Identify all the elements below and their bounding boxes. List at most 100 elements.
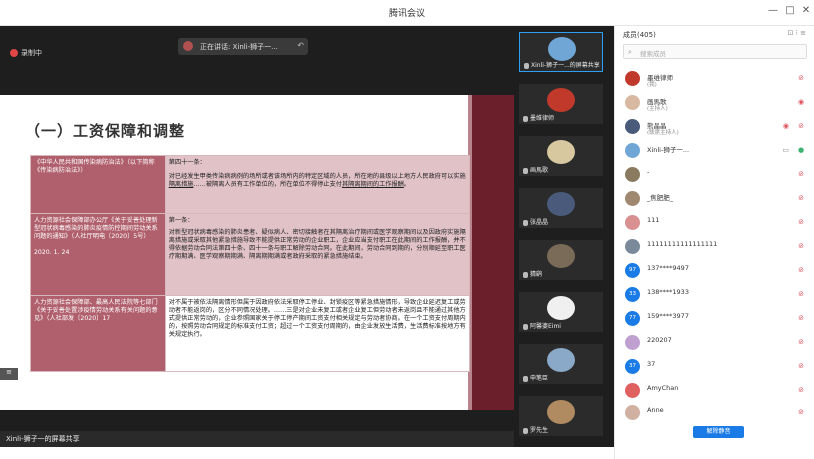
mic-off-icon[interactable]: ⊘ bbox=[797, 122, 805, 131]
video-thumbnail[interactable]: 阿馨婆Eimi bbox=[519, 292, 603, 332]
speaking-indicator: 正在讲话: Xinli-狮子一... ↶ bbox=[178, 38, 308, 55]
mic-on-icon[interactable]: ● bbox=[797, 146, 805, 155]
avatar bbox=[625, 383, 640, 398]
member-row[interactable]: 111 ⊘ bbox=[625, 212, 807, 232]
participant-video bbox=[547, 296, 575, 320]
mic-off-icon[interactable]: ⊘ bbox=[797, 266, 805, 275]
member-row[interactable]: - ⊘ bbox=[625, 164, 807, 184]
law-source-cell: 人力资源社会保障部办公厅《关于妥善处理新型冠状病毒感染的肺炎疫情防控期间劳动关系… bbox=[30, 213, 166, 296]
member-count: 成员(405) bbox=[623, 31, 656, 39]
recording-label: 录制中 bbox=[21, 49, 42, 57]
recording-indicator: 录制中 bbox=[10, 48, 42, 58]
member-row[interactable]: Xinli-狮子一... ▭ ● bbox=[625, 140, 807, 160]
law-source-cell: 《中华人民共和国传染病防治法》（以下简称《传染病防治法》） bbox=[30, 155, 166, 214]
member-row[interactable]: 熊晶晶 (联席主持人) ◉ ⊘ bbox=[625, 116, 807, 136]
avatar: 37 bbox=[625, 359, 640, 374]
table-row: 人力资源社会保障部办公厅《关于妥善处理新型冠状病毒感染的肺炎疫情防控期间劳动关系… bbox=[30, 213, 471, 296]
participant-video bbox=[547, 400, 575, 424]
video-thumbnail[interactable]: 张晶晶 bbox=[519, 188, 603, 228]
panel-options-icon[interactable]: ⊡ ⁝ ≡ bbox=[788, 29, 806, 37]
title-bar: 腾讯会议 — □ ✕ bbox=[0, 0, 814, 26]
raise-hand-icon[interactable]: ↶ bbox=[297, 41, 304, 50]
avatar bbox=[625, 119, 640, 134]
minimize-button[interactable]: — bbox=[766, 5, 780, 16]
speaking-label: 正在讲话: Xinli-狮子一... bbox=[200, 43, 278, 51]
law-source-cell: 人力资源社会保障部、最高人民法院等七部门《关于妥善处置涉疫情劳动关系有关问题的意… bbox=[30, 295, 166, 372]
member-panel: 成员(405) ⊡ ⁝ ≡ ⌕ 搜索成员 墨维律师 (我) ⊘ 画馬歌 (主持人… bbox=[614, 26, 814, 459]
table-row: 《中华人民共和国传染病防治法》（以下简称《传染病防治法》） 第四十一条： 对已经… bbox=[30, 155, 471, 214]
avatar: 77 bbox=[625, 311, 640, 326]
mic-off-icon[interactable]: ⊘ bbox=[797, 242, 805, 251]
video-thumbnail[interactable]: Xinli-狮子一...的屏幕共享 bbox=[519, 32, 603, 72]
participant-video bbox=[547, 88, 575, 112]
mic-off-icon[interactable]: ⊘ bbox=[797, 194, 805, 203]
member-row[interactable]: _焦肥肥_ ⊘ bbox=[625, 188, 807, 208]
search-icon: ⌕ bbox=[628, 48, 632, 56]
mic-icon bbox=[523, 219, 528, 226]
table-row: 人力资源社会保障部、最高人民法院等七部门《关于妥善处置涉疫情劳动关系有关问题的意… bbox=[30, 295, 471, 372]
video-thumbnail[interactable]: 猜鹞 bbox=[519, 240, 603, 280]
participant-video bbox=[547, 140, 575, 164]
share-toolbar-toggle[interactable]: ≡ bbox=[0, 368, 18, 380]
law-content-cell: 第一条： 对新型冠状病毒感染的肺炎患者、疑似病人、密切接触者在其隔离治疗期间或医… bbox=[164, 213, 471, 296]
maximize-button[interactable]: □ bbox=[783, 5, 797, 16]
member-row[interactable]: 画馬歌 (主持人) ◉ bbox=[625, 92, 807, 112]
video-thumbnail[interactable]: 罗先生 bbox=[519, 396, 603, 436]
participant-video bbox=[547, 244, 575, 268]
law-content-cell: 第四十一条： 对已经发生甲类传染病病例的场所或者该场所内的特定区域的人员，所在地… bbox=[164, 155, 471, 214]
screen-share-area: 录制中 正在讲话: Xinli-狮子一... ↶ （一）工资保障和调整 《中华人… bbox=[0, 26, 514, 447]
member-row[interactable]: 97 137****9497 ⊘ bbox=[625, 260, 807, 280]
mic-icon bbox=[523, 271, 528, 278]
avatar bbox=[625, 239, 640, 254]
member-row[interactable]: 77 159****3977 ⊘ bbox=[625, 308, 807, 328]
member-row[interactable]: 33 138****1933 ⊘ bbox=[625, 284, 807, 304]
slide: （一）工资保障和调整 《中华人民共和国传染病防治法》（以下简称《传染病防治法》）… bbox=[0, 95, 514, 410]
member-row[interactable]: 37 37 ⊘ bbox=[625, 356, 807, 376]
member-row[interactable]: 11111111111111111 ⊘ bbox=[625, 236, 807, 256]
member-row[interactable]: AmyChan ⊘ bbox=[625, 380, 807, 400]
avatar bbox=[625, 215, 640, 230]
mic-off-icon[interactable]: ⊘ bbox=[797, 314, 805, 323]
mic-off-icon[interactable]: ⊘ bbox=[797, 290, 805, 299]
member-row[interactable]: 墨维律师 (我) ⊘ bbox=[625, 68, 807, 88]
share-status-bar: Xinli-狮子一的屏幕共享 bbox=[0, 431, 514, 447]
participant-video bbox=[548, 37, 576, 61]
law-content-cell: 对不属于被依法隔离情形但属于因政府依法采取停工停业、封锁疫区等紧急措施情形，导致… bbox=[164, 295, 471, 372]
video-thumbnail[interactable]: 申笔臣 bbox=[519, 344, 603, 384]
close-button[interactable]: ✕ bbox=[799, 5, 813, 16]
mic-off-icon[interactable]: ⊘ bbox=[797, 74, 805, 83]
mic-off-icon[interactable]: ⊘ bbox=[797, 362, 805, 371]
video-thumbnail-strip: Xinli-狮子一...的屏幕共享 墨维律师 画馬歌 张晶晶 猜鹞 阿馨婆Eim… bbox=[514, 26, 614, 447]
member-row[interactable]: Anne ⊘ bbox=[625, 402, 807, 422]
mic-off-icon[interactable]: ⊘ bbox=[797, 218, 805, 227]
share-owner-label: Xinli-狮子一的屏幕共享 bbox=[6, 435, 80, 443]
mic-off-icon[interactable]: ⊘ bbox=[797, 170, 805, 179]
video-thumbnail[interactable]: 墨维律师 bbox=[519, 84, 603, 124]
mic-off-icon[interactable]: ⊘ bbox=[797, 338, 805, 347]
share-screen-icon: ▭ bbox=[782, 146, 789, 154]
member-row[interactable]: 220207 ⊘ bbox=[625, 332, 807, 352]
avatar bbox=[625, 71, 640, 86]
mic-off-icon[interactable]: ⊘ bbox=[797, 386, 805, 395]
video-icon[interactable]: ◉ bbox=[783, 122, 789, 130]
avatar bbox=[625, 191, 640, 206]
video-icon[interactable]: ◉ bbox=[797, 98, 805, 107]
slide-title: （一）工资保障和调整 bbox=[25, 122, 186, 140]
mic-icon bbox=[523, 115, 528, 122]
avatar bbox=[625, 167, 640, 182]
member-search-input[interactable]: ⌕ 搜索成员 bbox=[623, 44, 807, 59]
avatar bbox=[625, 405, 640, 420]
speaker-avatar bbox=[183, 41, 193, 51]
video-thumbnail[interactable]: 画馬歌 bbox=[519, 136, 603, 176]
unmute-all-button[interactable]: 解除静音 bbox=[693, 426, 744, 438]
mic-off-icon[interactable]: ⊘ bbox=[797, 408, 805, 417]
mic-icon bbox=[523, 167, 528, 174]
avatar bbox=[625, 143, 640, 158]
avatar bbox=[625, 335, 640, 350]
window-title: 腾讯会议 bbox=[388, 9, 425, 19]
mic-icon bbox=[524, 62, 529, 69]
avatar bbox=[625, 95, 640, 110]
slide-table: 《中华人民共和国传染病防治法》（以下简称《传染病防治法》） 第四十一条： 对已经… bbox=[30, 155, 471, 372]
mic-icon bbox=[523, 375, 528, 382]
participant-video bbox=[547, 348, 575, 372]
